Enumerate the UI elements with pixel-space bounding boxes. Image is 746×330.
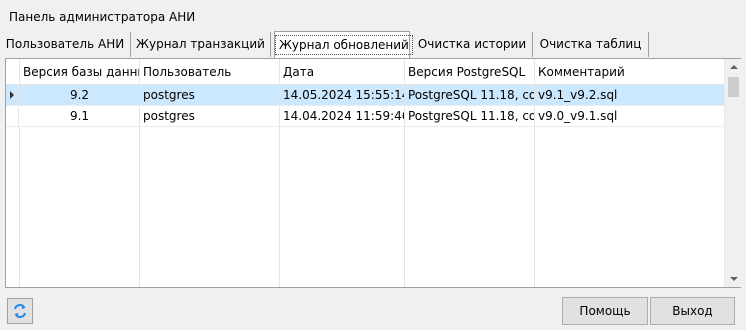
row-indicator (6, 106, 19, 126)
cell-user: postgres (140, 106, 280, 126)
update-log-panel: Версия базы данны Пользователь Дата Верс… (5, 58, 742, 288)
cell-db-version: 9.1 (20, 106, 140, 126)
tab-label: Журнал обновлений (275, 35, 413, 55)
vertical-scrollbar[interactable] (724, 59, 742, 287)
tab-history-cleanup[interactable]: Очистка истории (412, 32, 533, 57)
update-log-grid[interactable]: Версия базы данны Пользователь Дата Верс… (6, 59, 724, 287)
column-header-pg-version[interactable]: Версия PostgreSQL (405, 59, 535, 85)
tab-ani-user[interactable]: Пользователь АНИ (0, 32, 131, 57)
scroll-thumb[interactable] (728, 77, 739, 97)
cell-db-version: 9.2 (20, 85, 140, 105)
table-row[interactable]: 9.2 postgres 14.05.2024 15:55:14 Postgre… (6, 85, 724, 106)
cell-pg-version: PostgreSQL 11.18, co (405, 85, 535, 105)
scroll-up-button[interactable] (725, 59, 742, 76)
cell-pg-version: PostgreSQL 11.18, co (405, 106, 535, 126)
cell-comment: v9.1_v9.2.sql (538, 88, 618, 102)
grid-line (139, 127, 140, 287)
tab-label: Журнал транзакций (136, 37, 265, 51)
cell-comment: v9.0_v9.1.sql (538, 109, 618, 123)
tab-label: Очистка истории (417, 37, 527, 51)
tab-update-log[interactable]: Журнал обновлений (274, 31, 413, 58)
table-row[interactable]: 9.1 postgres 14.04.2024 11:59:46 Postgre… (6, 106, 724, 127)
tab-transaction-log[interactable]: Журнал транзакций (131, 32, 271, 57)
tab-label: Очистка таблиц (539, 37, 642, 51)
refresh-icon (14, 304, 26, 318)
row-pointer-icon (10, 91, 14, 99)
column-header-db-version[interactable]: Версия базы данны (20, 59, 140, 85)
chevron-up-icon (730, 65, 738, 69)
refresh-button[interactable] (7, 298, 33, 324)
tab-tables-cleanup[interactable]: Очистка таблиц (533, 32, 649, 57)
column-header-comment[interactable]: Комментарий (535, 59, 724, 85)
column-header-date[interactable]: Дата (280, 59, 405, 85)
header-indicator-cell (6, 59, 20, 85)
grid-line (534, 127, 535, 287)
chevron-down-icon (730, 277, 738, 281)
column-header-user[interactable]: Пользователь (140, 59, 280, 85)
grid-header: Версия базы данны Пользователь Дата Верс… (6, 59, 724, 85)
cell-date: 14.05.2024 15:55:14 (280, 85, 405, 105)
tab-label: Пользователь АНИ (5, 37, 125, 51)
admin-panel-window: Панель администратора АНИ Пользователь А… (0, 0, 746, 330)
grid-line (19, 127, 20, 287)
scroll-down-button[interactable] (725, 270, 742, 287)
grid-line (404, 127, 405, 287)
tab-strip: Пользователь АНИ Журнал транзакций Журна… (0, 31, 746, 58)
help-button[interactable]: Помощь (562, 297, 648, 325)
exit-button[interactable]: Выход (650, 297, 735, 325)
window-title: Панель администратора АНИ (9, 10, 196, 24)
row-indicator (6, 85, 19, 105)
cell-date: 14.04.2024 11:59:46 (280, 106, 405, 126)
grid-line (279, 127, 280, 287)
cell-user: postgres (140, 85, 280, 105)
